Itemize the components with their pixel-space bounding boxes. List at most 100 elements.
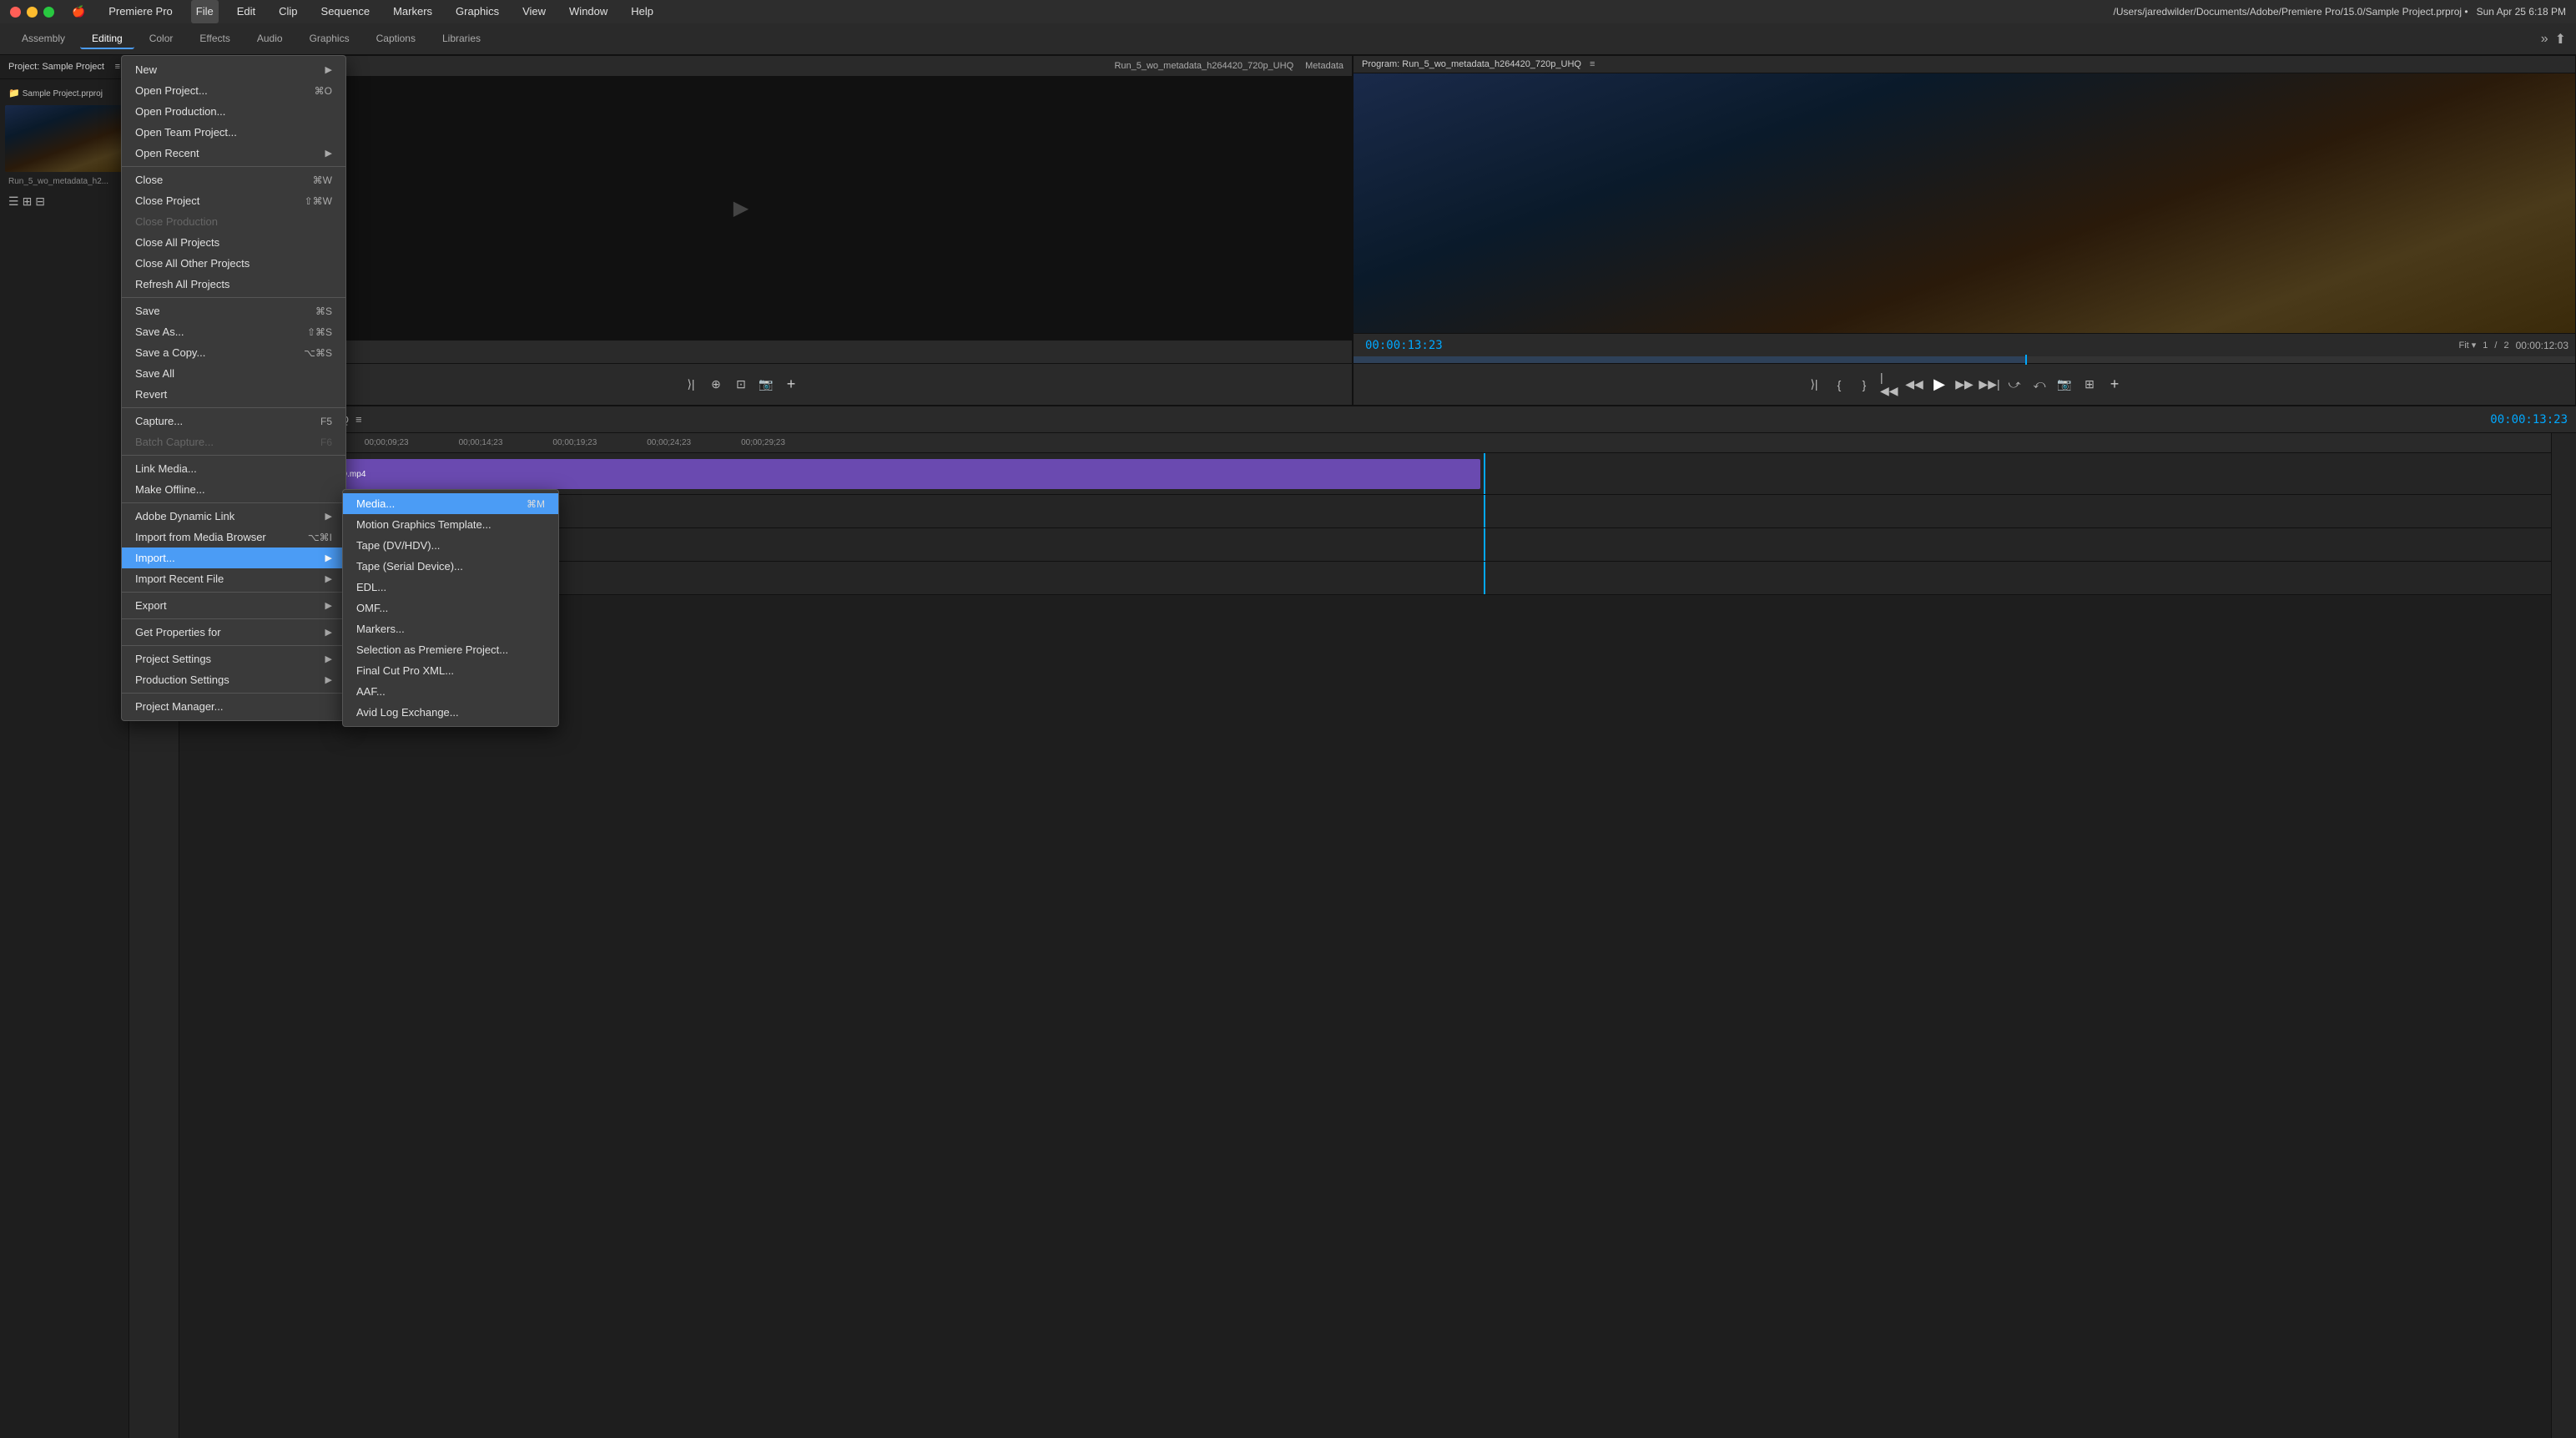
import-submenu-markers-label: Markers... [356, 623, 405, 635]
import-submenu-markers[interactable]: Markers... [343, 618, 558, 639]
menu-item-project-manager-label: Project Manager... [135, 700, 224, 713]
menu-item-open-team-project[interactable]: Open Team Project... [122, 122, 345, 143]
menu-item-import-media-browser-shortcut: ⌥⌘I [308, 532, 332, 543]
workspace-tabs: Assembly Editing Color Effects Audio Gra… [10, 29, 492, 49]
menu-item-close-project-label: Close Project [135, 194, 199, 207]
tab-color[interactable]: Color [138, 29, 185, 49]
menu-item-adobe-dynamic-link[interactable]: Adobe Dynamic Link ▶ [122, 506, 345, 527]
tab-libraries[interactable]: Libraries [431, 29, 492, 49]
menu-item-link-media-label: Link Media... [135, 462, 197, 475]
app-menu-file[interactable]: File [191, 0, 219, 23]
tab-audio[interactable]: Audio [245, 29, 295, 49]
menu-item-open-recent[interactable]: Open Recent ▶ [122, 143, 345, 164]
menu-item-close-project-shortcut: ⇧⌘W [305, 195, 332, 207]
menu-item-close-all-other[interactable]: Close All Other Projects [122, 253, 345, 274]
menu-item-open-production[interactable]: Open Production... [122, 101, 345, 122]
menu-item-close-all-projects-label: Close All Projects [135, 236, 219, 249]
tab-effects[interactable]: Effects [188, 29, 241, 49]
import-submenu-omf-label: OMF... [356, 602, 388, 614]
import-submenu-aaf-label: AAF... [356, 685, 386, 698]
menu-item-save-copy[interactable]: Save a Copy... ⌥⌘S [122, 342, 345, 363]
import-submenu-selection-premiere[interactable]: Selection as Premiere Project... [343, 639, 558, 660]
menu-item-open-team-project-label: Open Team Project... [135, 126, 237, 139]
menu-item-save-all[interactable]: Save All [122, 363, 345, 384]
menu-item-capture[interactable]: Capture... F5 [122, 411, 345, 431]
title-path: /Users/jaredwilder/Documents/Adobe/Premi… [2114, 6, 2468, 18]
mac-menu-bar: 🍎 Premiere Pro File Edit Clip Sequence M… [67, 0, 658, 23]
tab-editing[interactable]: Editing [80, 29, 134, 49]
import-submenu-media[interactable]: Media... ⌘M [343, 493, 558, 514]
app-menu-premiere[interactable]: Premiere Pro [103, 0, 178, 23]
menu-item-get-properties-label: Get Properties for [135, 626, 221, 638]
app-menu-edit[interactable]: Edit [232, 0, 260, 23]
menu-item-production-settings[interactable]: Production Settings ▶ [122, 669, 345, 690]
menu-item-import-recent[interactable]: Import Recent File ▶ [122, 568, 345, 589]
menu-item-capture-label: Capture... [135, 415, 183, 427]
apple-menu[interactable]: 🍎 [67, 0, 90, 23]
app-menu-help[interactable]: Help [626, 0, 658, 23]
import-submenu-tape-serial[interactable]: Tape (Serial Device)... [343, 556, 558, 577]
import-submenu-final-cut[interactable]: Final Cut Pro XML... [343, 660, 558, 681]
menu-item-link-media[interactable]: Link Media... [122, 458, 345, 479]
menu-item-open-project[interactable]: Open Project... ⌘O [122, 80, 345, 101]
menu-item-project-manager[interactable]: Project Manager... [122, 696, 345, 717]
import-submenu-edl[interactable]: EDL... [343, 577, 558, 598]
menu-item-revert[interactable]: Revert [122, 384, 345, 405]
divider-1 [122, 166, 345, 167]
menu-item-import-media-browser[interactable]: Import from Media Browser ⌥⌘I [122, 527, 345, 547]
datetime-display: Sun Apr 25 6:18 PM [2477, 6, 2566, 18]
app-menu-markers[interactable]: Markers [388, 0, 437, 23]
file-menu-dropdown: New ▶ Open Project... ⌘O Open Production… [121, 55, 346, 721]
window-controls[interactable] [10, 7, 54, 18]
menu-item-get-properties[interactable]: Get Properties for ▶ [122, 622, 345, 643]
import-submenu-media-label: Media... [356, 497, 395, 510]
more-tabs-icon[interactable]: » [2541, 32, 2548, 47]
menu-item-close-project[interactable]: Close Project ⇧⌘W [122, 190, 345, 211]
menu-item-refresh-all[interactable]: Refresh All Projects [122, 274, 345, 295]
menu-item-new[interactable]: New ▶ [122, 59, 345, 80]
menu-item-close-all-projects[interactable]: Close All Projects [122, 232, 345, 253]
menu-overlay[interactable] [0, 55, 2576, 1438]
menu-item-save-as[interactable]: Save As... ⇧⌘S [122, 321, 345, 342]
menu-item-save[interactable]: Save ⌘S [122, 300, 345, 321]
import-submenu-media-shortcut: ⌘M [527, 498, 545, 510]
tab-assembly[interactable]: Assembly [10, 29, 77, 49]
share-icon[interactable]: ⬆ [2555, 31, 2566, 48]
app-menu-view[interactable]: View [517, 0, 551, 23]
menu-item-save-all-label: Save All [135, 367, 174, 380]
menu-item-batch-capture-label: Batch Capture... [135, 436, 214, 448]
minimize-window-button[interactable] [27, 7, 38, 18]
maximize-window-button[interactable] [43, 7, 54, 18]
divider-3 [122, 407, 345, 408]
divider-9 [122, 693, 345, 694]
import-submenu-avid-log[interactable]: Avid Log Exchange... [343, 702, 558, 723]
close-window-button[interactable] [10, 7, 21, 18]
tab-graphics[interactable]: Graphics [298, 29, 361, 49]
import-submenu-motion-graphics[interactable]: Motion Graphics Template... [343, 514, 558, 535]
menu-item-batch-capture: Batch Capture... F6 [122, 431, 345, 452]
tab-captions[interactable]: Captions [365, 29, 427, 49]
menu-item-export[interactable]: Export ▶ [122, 595, 345, 616]
menu-item-project-settings[interactable]: Project Settings ▶ [122, 648, 345, 669]
import-submenu-aaf[interactable]: AAF... [343, 681, 558, 702]
menu-item-make-offline[interactable]: Make Offline... [122, 479, 345, 500]
menu-item-save-shortcut: ⌘S [315, 305, 332, 317]
app-menu-window[interactable]: Window [564, 0, 612, 23]
import-submenu-final-cut-label: Final Cut Pro XML... [356, 664, 454, 677]
app-menu-clip[interactable]: Clip [274, 0, 302, 23]
app-menu-graphics[interactable]: Graphics [451, 0, 504, 23]
workspace-bar: Assembly Editing Color Effects Audio Gra… [0, 23, 2576, 55]
content-area: Project: Sample Project ≡ 📁 Sample Proje… [0, 55, 2576, 1438]
divider-4 [122, 455, 345, 456]
menu-item-revert-label: Revert [135, 388, 167, 401]
menu-item-open-project-shortcut: ⌘O [315, 85, 332, 97]
menu-item-close[interactable]: Close ⌘W [122, 169, 345, 190]
menu-item-close-label: Close [135, 174, 163, 186]
menu-item-import[interactable]: Import... ▶ [122, 547, 345, 568]
menu-item-save-as-shortcut: ⇧⌘S [307, 326, 332, 338]
mac-titlebar: 🍎 Premiere Pro File Edit Clip Sequence M… [0, 0, 2576, 23]
app-menu-sequence[interactable]: Sequence [316, 0, 376, 23]
import-submenu-omf[interactable]: OMF... [343, 598, 558, 618]
import-submenu-tape-dvhdv[interactable]: Tape (DV/HDV)... [343, 535, 558, 556]
menu-item-make-offline-label: Make Offline... [135, 483, 205, 496]
